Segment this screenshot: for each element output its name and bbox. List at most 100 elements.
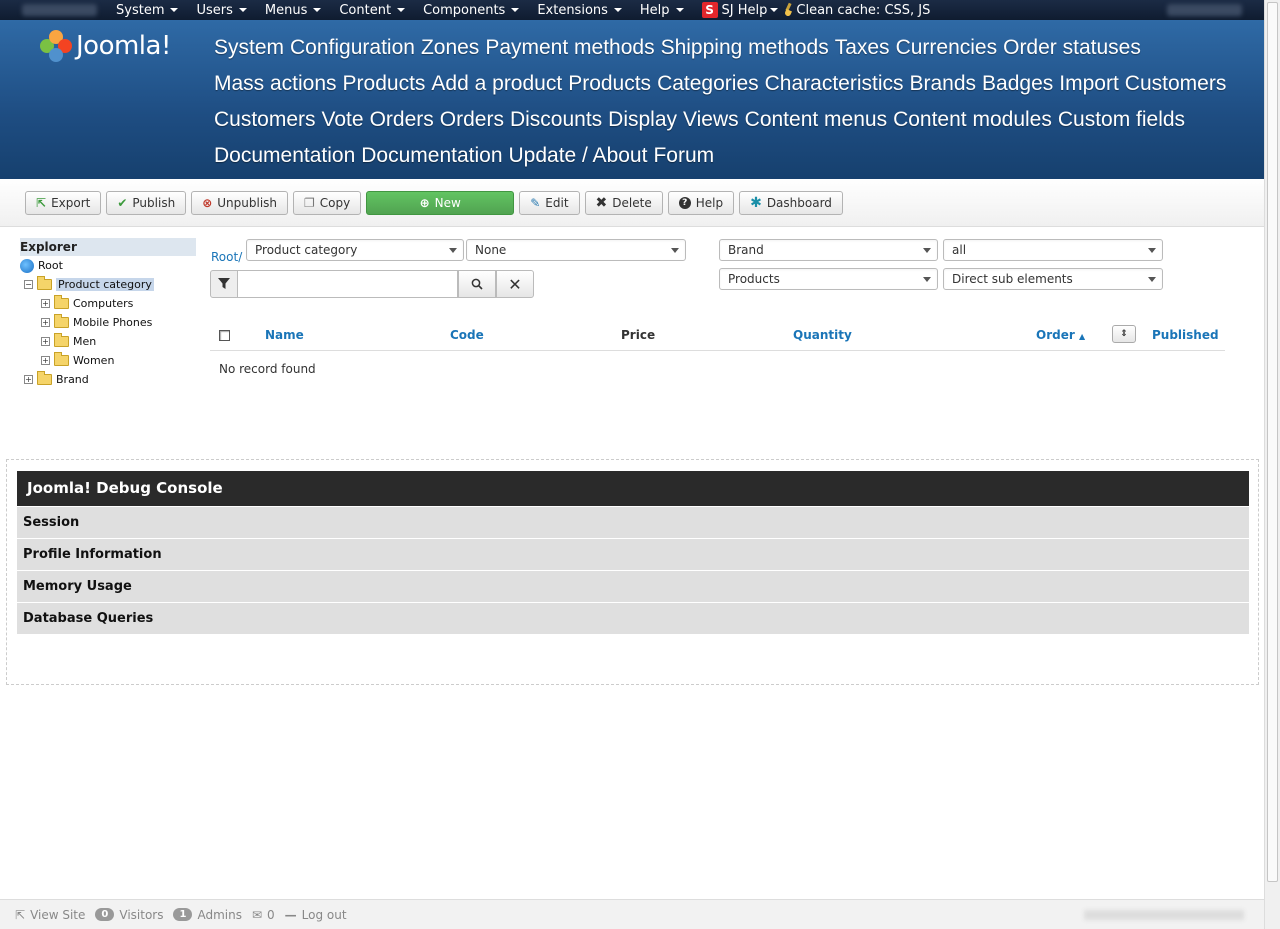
table-header: Name Code Price Quantity Order ▲ ⇕ Publi… xyxy=(210,320,1225,351)
column-order[interactable]: Order ▲ xyxy=(1036,328,1085,342)
nav-link[interactable]: Payment methods xyxy=(485,30,654,66)
nav-link[interactable]: Zones xyxy=(421,30,479,66)
menu-system[interactable]: System xyxy=(116,3,179,18)
nav-link[interactable]: Customers xyxy=(214,102,316,138)
tree-label: Women xyxy=(73,354,115,367)
select-all-checkbox[interactable] xyxy=(219,330,230,341)
scrollbar[interactable] xyxy=(1264,0,1280,929)
brand-filter-select[interactable]: all xyxy=(943,239,1163,261)
nav-link[interactable]: Shipping methods xyxy=(661,30,829,66)
nav-link[interactable]: Documentation xyxy=(214,138,355,174)
scrollbar-thumb[interactable] xyxy=(1267,2,1278,882)
nav-link[interactable]: Characteristics xyxy=(765,66,904,102)
footer-label: View Site xyxy=(30,907,86,922)
nav-link[interactable]: Vote xyxy=(322,102,364,138)
expand-icon[interactable]: + xyxy=(41,337,50,346)
dashboard-button[interactable]: ✱ Dashboard xyxy=(739,190,843,215)
help-button[interactable]: ? Help xyxy=(667,190,735,215)
nav-link[interactable]: Content modules xyxy=(893,102,1052,138)
publish-button[interactable]: ✔ Publish xyxy=(106,190,187,215)
nav-link[interactable]: Mass actions xyxy=(214,66,337,102)
menu-extensions[interactable]: Extensions xyxy=(537,3,622,18)
user-menu-blurred[interactable] xyxy=(1167,4,1242,16)
nav-link[interactable]: Content menus xyxy=(745,102,887,138)
brand-select[interactable]: Brand xyxy=(719,239,938,261)
menu-users[interactable]: Users xyxy=(196,3,247,18)
tree-root[interactable]: Root xyxy=(20,256,196,275)
tree-item-men[interactable]: + Men xyxy=(20,332,196,351)
nav-link[interactable]: Display xyxy=(608,102,677,138)
products-select[interactable]: Products xyxy=(719,268,938,290)
clear-search-button[interactable]: ✕ xyxy=(496,270,534,298)
debug-section-memory[interactable]: Memory Usage xyxy=(17,571,1249,602)
clean-cache-link[interactable]: Clean cache: CSS, JS xyxy=(784,3,930,18)
debug-section-profile[interactable]: Profile Information xyxy=(17,539,1249,570)
delete-button[interactable]: ✖ Delete xyxy=(584,190,663,215)
nav-link[interactable]: Discounts xyxy=(510,102,602,138)
footer-label: Visitors xyxy=(119,907,164,922)
category-filter-select[interactable]: None xyxy=(466,239,686,261)
menu-help[interactable]: Help xyxy=(640,3,684,18)
save-order-button[interactable]: ⇕ xyxy=(1112,325,1136,343)
copy-button[interactable]: ❐ Copy xyxy=(293,190,362,215)
new-button[interactable]: ⊕ New xyxy=(366,190,515,215)
search-button[interactable] xyxy=(458,270,496,298)
nav-link[interactable]: Products xyxy=(343,66,426,102)
select-all-cell xyxy=(219,330,230,341)
logout-link[interactable]: — Log out xyxy=(285,908,347,922)
collapse-icon[interactable]: − xyxy=(24,280,33,289)
column-name[interactable]: Name xyxy=(265,328,304,342)
nav-link[interactable]: Configuration xyxy=(290,30,415,66)
nav-link[interactable]: Forum xyxy=(653,138,714,174)
nav-link[interactable]: Badges xyxy=(982,66,1053,102)
nav-link[interactable]: Import xyxy=(1059,66,1119,102)
debug-section-session[interactable]: Session xyxy=(17,507,1249,538)
expand-icon[interactable]: + xyxy=(24,375,33,384)
nav-link[interactable]: Customers xyxy=(1125,66,1227,102)
folder-icon xyxy=(54,352,69,366)
menu-menus[interactable]: Menus xyxy=(265,3,322,18)
column-quantity[interactable]: Quantity xyxy=(793,328,852,342)
nav-link[interactable]: Taxes xyxy=(835,30,890,66)
debug-section-queries[interactable]: Database Queries xyxy=(17,603,1249,634)
nav-link[interactable]: Order statuses xyxy=(1003,30,1141,66)
menu-components[interactable]: Components xyxy=(423,3,520,18)
messages-link[interactable]: ✉ 0 xyxy=(252,908,275,922)
nav-link[interactable]: Categories xyxy=(657,66,759,102)
export-button[interactable]: ⇱ Export xyxy=(25,190,102,215)
tree-item-computers[interactable]: + Computers xyxy=(20,294,196,313)
column-code[interactable]: Code xyxy=(450,328,484,342)
view-site-link[interactable]: ⇱ View Site xyxy=(15,908,85,922)
nav-link[interactable]: Orders xyxy=(440,102,504,138)
menu-content[interactable]: Content xyxy=(339,2,406,18)
category-type-select[interactable]: Product category xyxy=(246,239,464,261)
tree-item-mobile-phones[interactable]: + Mobile Phones xyxy=(20,313,196,332)
nav-link[interactable]: Update / About xyxy=(509,138,648,174)
nav-link[interactable]: Currencies xyxy=(896,30,998,66)
menu-label: Content xyxy=(339,2,392,18)
unpublish-button[interactable]: ⊗ Unpublish xyxy=(191,190,289,215)
tree-brand[interactable]: + Brand xyxy=(20,370,196,389)
tree-item-women[interactable]: + Women xyxy=(20,351,196,370)
expand-icon[interactable]: + xyxy=(41,356,50,365)
nav-link[interactable]: Views xyxy=(683,102,739,138)
breadcrumb[interactable]: Root/ xyxy=(211,250,242,264)
tree-product-category[interactable]: − Product category xyxy=(20,275,196,294)
nav-link[interactable]: Documentation xyxy=(361,138,502,174)
search-input[interactable] xyxy=(238,270,458,298)
joomla-logo[interactable]: Joomla! xyxy=(40,30,171,62)
component-nav: System Configuration Zones Payment metho… xyxy=(214,30,1234,174)
nav-link[interactable]: Orders xyxy=(370,102,434,138)
expand-icon[interactable]: + xyxy=(41,318,50,327)
expand-icon[interactable]: + xyxy=(41,299,50,308)
nav-link[interactable]: Custom fields xyxy=(1058,102,1185,138)
column-published[interactable]: Published xyxy=(1152,328,1219,342)
menu-sj-help[interactable]: S SJ Help xyxy=(701,2,779,18)
nav-link[interactable]: System xyxy=(214,30,284,66)
depth-select[interactable]: Direct sub elements xyxy=(943,268,1163,290)
edit-button[interactable]: ✎ Edit xyxy=(519,190,580,215)
nav-link[interactable]: Products xyxy=(568,66,651,102)
footer-label: Log out xyxy=(301,907,347,922)
nav-link[interactable]: Brands xyxy=(910,66,977,102)
nav-link[interactable]: Add a product xyxy=(431,66,562,102)
